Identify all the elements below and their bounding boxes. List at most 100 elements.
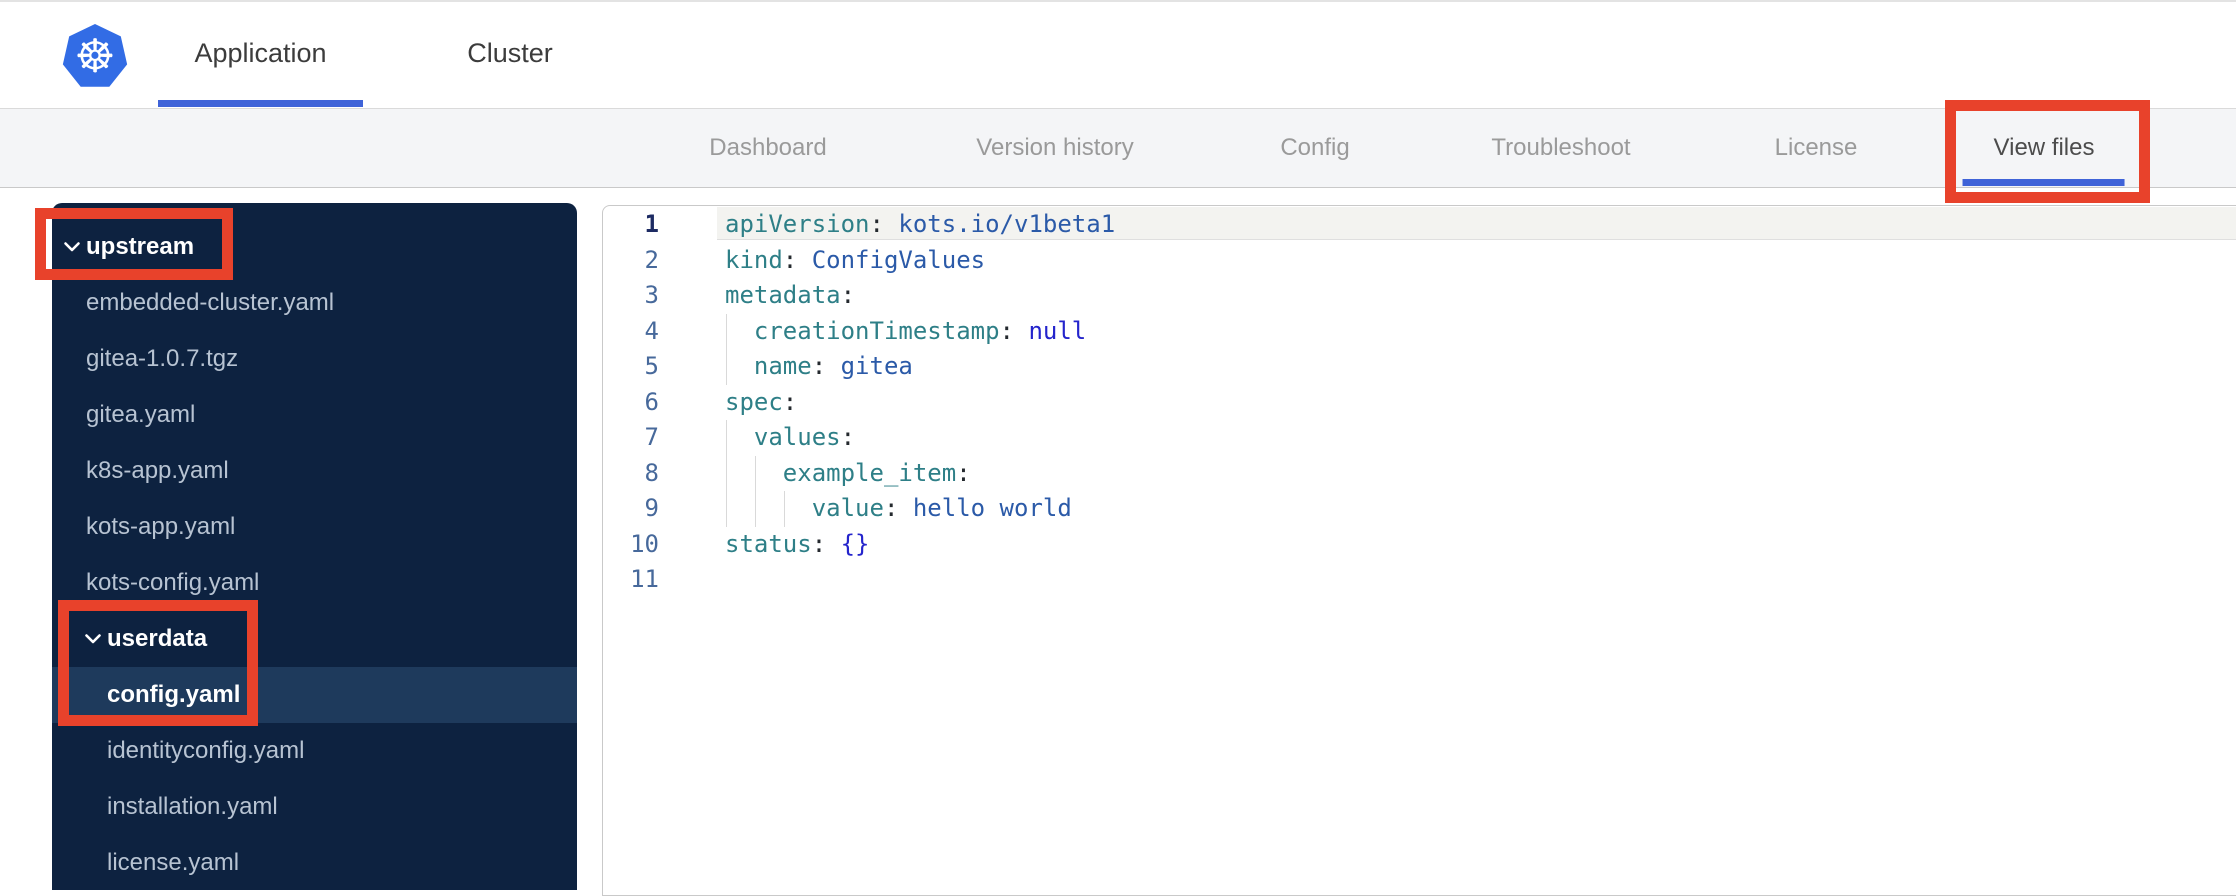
tree-item-label: userdata [107,625,208,652]
code-line: 9 value: hello world [604,491,2236,527]
subnav-tab-dashboard[interactable]: Dashboard [709,109,826,186]
tree-item-label: embedded-cluster.yaml [86,289,335,316]
code-token-plain: : [869,210,899,238]
line-number: 6 [644,387,659,416]
code-line: 11 [604,562,2236,598]
folder-item-upstream[interactable]: upstream [52,219,577,275]
code-line: 4 creationTimestamp: null [604,313,2236,350]
code-token-atom: {} [840,529,870,558]
code-line: 5 name: gitea [604,349,2236,385]
code-token-plain: : [840,281,856,309]
code-line: 8 example_item: [604,455,2236,492]
line-number: 5 [644,352,659,380]
code-token-key: spec [725,387,783,416]
code-line-text: metadata: [725,278,855,314]
file-item-gitea-yaml[interactable]: gitea.yaml [52,387,577,443]
subnav-tab-label: View files [1993,134,2095,161]
line-number: 8 [644,458,659,487]
code-token-key: status [725,529,812,558]
line-number: 11 [630,565,659,593]
indent-guide [783,491,785,527]
code-token-value: gitea [840,352,913,380]
code-token-plain: : [811,352,841,380]
code-line-text: apiVersion: kots.io/v1beta1 [725,207,1115,243]
file-tree-sidebar: upstream embedded-cluster.yaml gitea-1.0.7… [52,203,577,890]
tree-item-label: kots-config.yaml [86,569,260,596]
code-line-text: name: gitea [725,349,913,385]
line-number: 2 [644,245,659,274]
code-token-plain: : [840,423,856,451]
code-line-text: values: [725,420,855,456]
subnav-tab-license[interactable]: License [1775,109,1858,186]
code-line: 3 metadata: [604,278,2236,314]
file-item-kots-config-yaml[interactable]: kots-config.yaml [52,555,577,611]
code-token-key: value [811,494,884,522]
file-item-installation-yaml[interactable]: installation.yaml [52,779,577,835]
code-token-key: example_item [782,458,957,487]
chevron-down-icon[interactable] [84,633,102,645]
header-tab-label: Application [194,38,327,68]
tree-item-label: license.yaml [107,849,240,876]
file-item-embedded-cluster-yaml[interactable]: embedded-cluster.yaml [52,275,577,331]
file-item-kots-app-yaml[interactable]: kots-app.yaml [52,499,577,555]
code-token-plain: : [956,458,971,487]
header-tab-application[interactable]: Application [158,0,363,107]
code-line-text: value: hello world [725,491,1072,527]
chevron-down-icon[interactable] [63,241,81,253]
app-subnav: Dashboard Version history Config Troublesho… [0,108,2236,188]
line-number: 1 [644,210,659,238]
code-token-key: kind [725,245,783,274]
window-top-edge [0,0,2236,2]
indent-guide [726,349,727,385]
file-item-config-yaml[interactable]: config.yaml [52,667,577,723]
code-token-plain: : [811,529,841,558]
subnav-tab-troubleshoot[interactable]: Troubleshoot [1491,109,1630,186]
code-line-text: creationTimestamp: null [725,314,1086,350]
code-token-plain: : [883,494,913,522]
folder-item-userdata[interactable]: userdata [52,611,577,667]
file-item-license-yaml[interactable]: license.yaml [52,835,577,890]
subnav-tab-view-files[interactable]: View files [1963,109,2125,186]
file-item-k8s-app-yaml[interactable]: k8s-app.yaml [52,443,577,499]
kubernetes-wheel-icon: ☸ [74,29,116,83]
code-token-value: kots.io/v1beta1 [898,210,1116,238]
code-line: 1 apiVersion: kots.io/v1beta1 [604,207,2236,243]
code-token-value: ConfigValues [811,245,986,274]
line-number: 7 [644,423,659,451]
line-number: 3 [644,281,659,309]
indent-guide [726,313,727,349]
subnav-tab-version-history[interactable]: Version history [976,109,1133,186]
indent-guide [726,420,727,456]
code-line: 2 kind: ConfigValues [604,243,2236,279]
code-line: 7 values: [604,420,2236,456]
active-subnav-underline [1963,179,2125,186]
line-number: 4 [644,316,659,345]
line-number: 10 [630,529,659,558]
code-editor: 1 apiVersion: kots.io/v1beta1 2 kind: Confi… [604,207,2236,895]
tree-item-label: gitea-1.0.7.tgz [86,345,239,372]
code-line-text: status: {} [725,527,870,563]
indent-guide [754,491,756,527]
active-tab-underline [158,100,363,107]
tree-item-label: upstream [86,233,195,260]
subnav-tab-config[interactable]: Config [1280,109,1349,186]
file-content-viewer[interactable]: 1 apiVersion: kots.io/v1beta1 2 kind: Confi… [602,205,2236,896]
code-line-text: example_item: [725,456,971,492]
file-item-gitea-1-0-7-tgz[interactable]: gitea-1.0.7.tgz [52,331,577,387]
code-token-plain: : [782,245,812,274]
code-token-key: name [753,352,812,380]
code-line-text: spec: [725,385,797,421]
code-token-key: apiVersion [725,210,870,238]
indent-guide [726,491,727,527]
file-item-identityconfig-yaml[interactable]: identityconfig.yaml [52,723,577,779]
code-token-atom: null [1028,316,1087,345]
code-token-key: values [753,423,841,451]
code-token-plain: : [782,387,798,416]
header-tab-cluster-management[interactable]: Cluster Management [390,0,630,175]
kubernetes-logo-icon[interactable]: ☸ [62,24,128,90]
